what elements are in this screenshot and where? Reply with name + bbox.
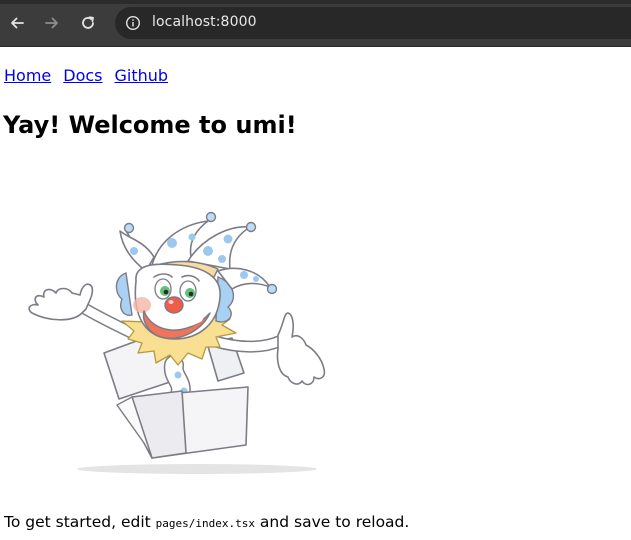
arrow-right-icon bbox=[45, 17, 58, 29]
browser-toolbar: localhost:8000 bbox=[0, 0, 631, 47]
page-title: Yay! Welcome to umi! bbox=[3, 111, 297, 139]
nav-link-home[interactable]: Home bbox=[4, 66, 51, 85]
reload-button[interactable] bbox=[77, 12, 99, 34]
back-button[interactable] bbox=[6, 12, 28, 34]
intro-text-after: and save to reload. bbox=[254, 513, 410, 531]
file-path-code: pages/index.tsx bbox=[155, 517, 255, 530]
arrow-left-icon bbox=[11, 17, 24, 29]
jester-in-box-illustration bbox=[28, 211, 326, 474]
reload-icon bbox=[82, 16, 94, 29]
info-icon[interactable] bbox=[125, 15, 141, 31]
page-content: Home Docs Github Yay! Welcome to umi! To… bbox=[0, 47, 631, 540]
tab-strip bbox=[0, 0, 631, 4]
nav-link-github[interactable]: Github bbox=[115, 66, 169, 85]
address-bar[interactable]: localhost:8000 bbox=[115, 7, 631, 39]
intro-text-before: To get started, edit bbox=[4, 513, 156, 531]
forward-button[interactable] bbox=[41, 12, 63, 34]
nav-link-docs[interactable]: Docs bbox=[63, 66, 102, 85]
url-text[interactable]: localhost:8000 bbox=[152, 14, 257, 30]
site-nav: Home Docs Github bbox=[4, 66, 180, 85]
intro-text: To get started, edit pages/index.tsx and… bbox=[4, 513, 409, 531]
